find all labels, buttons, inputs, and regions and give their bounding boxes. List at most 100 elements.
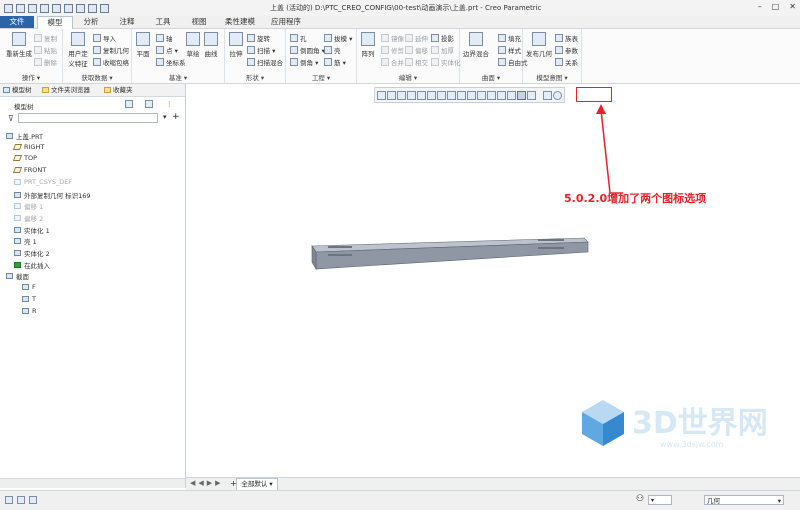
tree-item[interactable]: RIGHT bbox=[12, 143, 44, 151]
round-button[interactable]: 倒圆角 ▾ bbox=[290, 45, 325, 55]
tree-item[interactable]: 上盖.PRT bbox=[6, 131, 43, 141]
tab-model[interactable]: 模型 bbox=[37, 16, 73, 29]
tree-item[interactable]: FRONT bbox=[12, 166, 46, 174]
graphics-area[interactable]: 5.0.2.0增加了两个图标选项 3D世界网 www.3dsjw.com bbox=[186, 84, 800, 488]
tree-item[interactable]: 实体化 1 bbox=[14, 225, 50, 235]
pattern-button[interactable]: 阵列 bbox=[361, 32, 375, 58]
filter-icon[interactable]: ⊽ bbox=[8, 114, 14, 123]
group-label[interactable]: 工程 ▾ bbox=[286, 72, 356, 82]
close-window-icon[interactable] bbox=[88, 3, 97, 13]
style-button[interactable]: 样式 bbox=[498, 45, 521, 55]
tab-folder-browser[interactable]: 文件夹浏览器 bbox=[42, 84, 90, 96]
sketch-button[interactable]: 草绘 bbox=[186, 32, 200, 58]
chevron-down-icon[interactable]: ▾ bbox=[163, 113, 167, 121]
tree-item[interactable]: R bbox=[22, 307, 37, 315]
intersect-button[interactable]: 相交 bbox=[405, 57, 428, 67]
extend-button[interactable]: 延伸 bbox=[405, 33, 428, 43]
axis-button[interactable]: 轴 bbox=[156, 33, 173, 43]
draft-button[interactable]: 拔模 ▾ bbox=[324, 33, 352, 43]
tree-search-input[interactable] bbox=[18, 113, 158, 123]
thicken-button[interactable]: 加厚 bbox=[431, 45, 454, 55]
copy-button[interactable]: 复制 bbox=[34, 33, 57, 43]
tab-applications[interactable]: 应用程序 bbox=[264, 16, 308, 28]
publish-geometry-button[interactable]: 发布几何 bbox=[526, 32, 552, 58]
tree-item[interactable]: 外部复制几何 标识169 bbox=[14, 190, 90, 200]
open-icon[interactable] bbox=[16, 3, 25, 13]
project-button[interactable]: 投影 bbox=[431, 33, 454, 43]
hole-button[interactable]: 孔 bbox=[290, 33, 307, 43]
tree-settings-button[interactable] bbox=[125, 100, 133, 108]
group-label[interactable]: 基准 ▾ bbox=[132, 72, 224, 82]
tree-item[interactable]: 偏移 1 bbox=[14, 201, 43, 211]
curve-button[interactable]: 曲线 bbox=[204, 32, 218, 58]
boundary-blend-button[interactable]: 边界混合 bbox=[463, 32, 489, 58]
undo-icon[interactable] bbox=[40, 3, 49, 13]
shrinkwrap-button[interactable]: 收缩包络 bbox=[93, 57, 129, 67]
parameters-button[interactable]: 参数 bbox=[555, 45, 578, 55]
group-label[interactable]: 模型意图 ▾ bbox=[523, 72, 581, 82]
panel-options-button[interactable]: ⋮ bbox=[166, 100, 173, 108]
sheet-nav-arrows[interactable]: ◀◀▶▶ bbox=[190, 479, 224, 487]
chamfer-button[interactable]: 倒角 ▾ bbox=[290, 57, 318, 67]
tab-tools[interactable]: 工具 bbox=[146, 16, 180, 28]
tree-item[interactable]: T bbox=[22, 295, 36, 303]
tree-item[interactable]: 在此插入 bbox=[14, 260, 50, 270]
tab-annotate[interactable]: 注释 bbox=[110, 16, 144, 28]
minimize-button[interactable]: – bbox=[758, 2, 762, 11]
regenerate-button[interactable]: 重新生成 bbox=[6, 32, 32, 58]
tree-item[interactable]: 壳 1 bbox=[14, 236, 37, 246]
fill-button[interactable]: 填充 bbox=[498, 33, 521, 43]
tab-favorites[interactable]: 收藏夹 bbox=[104, 84, 133, 96]
tab-analysis[interactable]: 分析 bbox=[74, 16, 108, 28]
tree-item[interactable]: PRT_CSYS_DEF bbox=[14, 178, 72, 186]
tree-columns-button[interactable] bbox=[145, 100, 153, 108]
tree-item[interactable]: 偏移 2 bbox=[14, 213, 43, 223]
family-table-button[interactable]: 族表 bbox=[555, 33, 578, 43]
offset-button[interactable]: 偏移 bbox=[405, 45, 428, 55]
delete-button[interactable]: 删除 bbox=[34, 57, 57, 67]
plane-button[interactable]: 平面 bbox=[136, 32, 150, 58]
sweep-button[interactable]: 扫描 ▾ bbox=[247, 45, 275, 55]
point-button[interactable]: 点 ▾ bbox=[156, 45, 178, 55]
new-icon[interactable] bbox=[4, 3, 13, 13]
tree-item[interactable]: TOP bbox=[12, 154, 37, 162]
tree-item[interactable]: 截面 bbox=[6, 271, 29, 281]
filter-dropdown[interactable]: 几何 ▾ bbox=[704, 495, 784, 505]
relations-button[interactable]: 关系 bbox=[555, 57, 578, 67]
tab-view[interactable]: 视图 bbox=[182, 16, 216, 28]
group-label[interactable]: 操作 ▾ bbox=[0, 72, 62, 82]
solidify-button[interactable]: 实体化 bbox=[431, 57, 461, 67]
csys-button[interactable]: 坐标系 bbox=[156, 57, 186, 67]
navigator-toggle-icon[interactable] bbox=[5, 496, 13, 504]
maximize-button[interactable]: □ bbox=[772, 2, 780, 11]
save-icon[interactable] bbox=[28, 3, 37, 13]
selection-icon[interactable]: ⚇ bbox=[636, 494, 644, 504]
browser-toggle-icon[interactable] bbox=[29, 496, 37, 504]
selection-mode-dropdown[interactable]: ▾ bbox=[648, 495, 672, 505]
close-button[interactable]: ✕ bbox=[789, 2, 796, 11]
shell-button[interactable]: 壳 bbox=[324, 45, 341, 55]
tab-model-tree[interactable]: 模型树 bbox=[3, 84, 32, 96]
copy-geometry-button[interactable]: 复制几何 bbox=[93, 45, 129, 55]
group-label[interactable]: 编辑 ▾ bbox=[357, 72, 459, 82]
trim-button[interactable]: 修剪 bbox=[381, 45, 404, 55]
regenerate-icon[interactable] bbox=[64, 3, 73, 13]
group-label[interactable]: 获取数据 ▾ bbox=[63, 72, 131, 82]
extrude-button[interactable]: 拉伸 bbox=[229, 32, 243, 58]
rib-button[interactable]: 筋 ▾ bbox=[324, 57, 346, 67]
tree-item[interactable]: F bbox=[22, 283, 36, 291]
add-icon[interactable]: + bbox=[172, 112, 180, 122]
tree-item[interactable]: 实体化 2 bbox=[14, 248, 50, 258]
tab-flexible-modeling[interactable]: 柔性建模 bbox=[218, 16, 262, 28]
import-button[interactable]: 导入 bbox=[93, 33, 116, 43]
revolve-button[interactable]: 旋转 bbox=[247, 33, 270, 43]
group-label[interactable]: 形状 ▾ bbox=[225, 72, 285, 82]
group-label[interactable]: 曲面 ▾ bbox=[460, 72, 522, 82]
tab-file[interactable]: 文件 bbox=[0, 16, 34, 28]
part-model[interactable] bbox=[306, 234, 596, 274]
message-log-icon[interactable] bbox=[17, 496, 25, 504]
merge-button[interactable]: 合并 bbox=[381, 57, 404, 67]
window-icon[interactable] bbox=[76, 3, 85, 13]
swept-blend-button[interactable]: 扫描混合 bbox=[247, 57, 283, 67]
settings-icon[interactable] bbox=[100, 3, 109, 13]
